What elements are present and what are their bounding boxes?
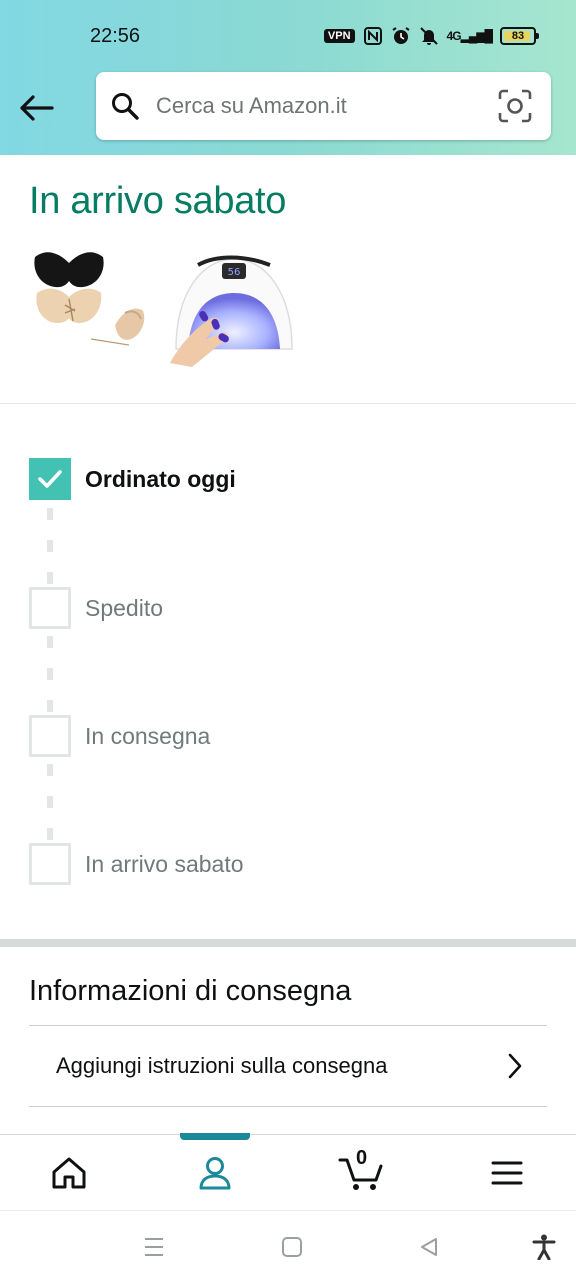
status-time: 22:56 <box>90 25 141 47</box>
square-icon <box>282 1237 302 1257</box>
accessibility-icon <box>532 1234 556 1260</box>
hamburger-menu-icon <box>491 1161 523 1185</box>
divider <box>29 1106 547 1107</box>
tracker-connector <box>47 668 53 680</box>
delivery-info-title: Informazioni di consegna <box>29 975 352 1007</box>
tracker-connector <box>47 828 53 840</box>
bra-product-thumbnail[interactable] <box>29 243 155 369</box>
home-icon <box>52 1157 86 1189</box>
section-divider <box>0 403 576 404</box>
search-bar[interactable] <box>96 72 551 140</box>
user-icon <box>199 1157 231 1190</box>
tracker-connector <box>47 508 53 520</box>
checkbox-empty <box>29 843 71 885</box>
tracker-connector <box>47 572 53 584</box>
battery-icon: 83 <box>500 27 539 45</box>
signal-icon: 4G▂▄▆█ <box>446 29 493 43</box>
status-icons: VPN 4G▂▄▆█ 83 <box>323 26 539 46</box>
system-home-button[interactable] <box>278 1233 306 1261</box>
camera-search-icon[interactable] <box>497 88 533 124</box>
alarm-icon <box>391 27 410 44</box>
search-icon <box>112 93 139 120</box>
add-delivery-instructions-row[interactable]: Aggiungi istruzioni sulla consegna <box>29 1026 547 1106</box>
header-bar: 22:56 VPN 4G▂▄▆█ 83 <box>0 0 576 155</box>
tracker-step-shipped: Spedito <box>29 587 549 629</box>
accessibility-button[interactable] <box>530 1233 558 1261</box>
checkbox-empty <box>29 715 71 757</box>
system-recents-button[interactable] <box>140 1233 168 1261</box>
system-back-button[interactable] <box>415 1233 443 1261</box>
tracker-step-arriving: In arrivo sabato <box>29 843 549 885</box>
step-label: Ordinato oggi <box>85 465 236 492</box>
back-button[interactable] <box>16 88 56 128</box>
active-tab-indicator <box>180 1133 250 1140</box>
cart-count: 0 <box>356 1147 368 1169</box>
checkbox-empty <box>29 587 71 629</box>
nav-home-button[interactable] <box>47 1151 91 1195</box>
system-nav-bar <box>0 1210 576 1280</box>
tracker-step-out-for-delivery: In consegna <box>29 715 549 757</box>
vpn-badge: VPN <box>323 29 355 43</box>
section-divider-thick <box>0 939 576 947</box>
nav-menu-button[interactable] <box>485 1151 529 1195</box>
tracker-connector <box>47 700 53 712</box>
nail-lamp-product-thumbnail[interactable]: 56 <box>170 243 296 369</box>
triangle-back-icon <box>421 1238 437 1256</box>
tracker-step-ordered: Ordinato oggi <box>29 458 549 500</box>
tracker-connector <box>47 540 53 552</box>
step-label: In arrivo sabato <box>85 850 244 877</box>
nfc-icon <box>363 27 382 45</box>
tracker-connector <box>47 764 53 776</box>
tracker-connector <box>47 636 53 648</box>
nav-cart-button[interactable]: 0 <box>334 1147 388 1195</box>
svg-text:56: 56 <box>228 267 241 278</box>
arrival-title: In arrivo sabato <box>29 180 287 222</box>
add-instructions-label: Aggiungi istruzioni sulla consegna <box>56 1053 388 1078</box>
bottom-nav: 0 <box>0 1133 576 1210</box>
back-arrow-icon <box>20 95 54 121</box>
search-input[interactable] <box>156 93 497 119</box>
nav-account-button[interactable] <box>193 1151 237 1195</box>
step-label: Spedito <box>85 594 164 621</box>
tracker-connector <box>47 796 53 808</box>
check-icon <box>38 470 62 488</box>
mute-bell-icon <box>419 27 438 45</box>
step-label: In consegna <box>85 722 211 749</box>
recents-icon <box>145 1238 163 1256</box>
chevron-right-icon <box>508 1053 522 1079</box>
checkbox-checked <box>29 458 71 500</box>
